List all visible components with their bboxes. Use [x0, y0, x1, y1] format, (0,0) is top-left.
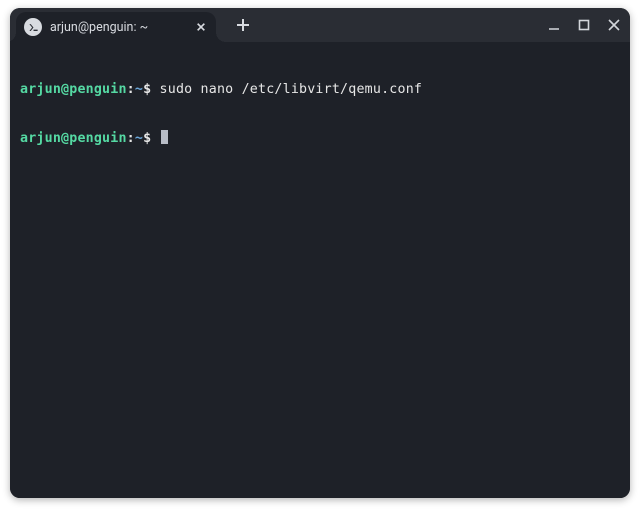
new-tab-button[interactable]: [230, 12, 256, 38]
maximize-icon: [578, 19, 590, 31]
terminal-icon: [24, 18, 42, 36]
close-window-button[interactable]: [606, 17, 622, 33]
command-text: sudo nano /etc/libvirt/qemu.conf: [160, 82, 423, 97]
minimize-button[interactable]: [546, 17, 562, 33]
terminal-line: arjun@penguin:~$ sudo nano /etc/libvirt/…: [20, 82, 620, 98]
terminal-line: arjun@penguin:~$: [20, 130, 620, 147]
prompt-path: ~: [135, 82, 143, 97]
close-tab-button[interactable]: [192, 18, 210, 36]
prompt-separator: :: [127, 131, 135, 146]
close-icon: [196, 22, 206, 32]
prompt-path: ~: [135, 131, 143, 146]
close-icon: [608, 19, 620, 31]
prompt-user: arjun@penguin: [20, 131, 127, 146]
maximize-button[interactable]: [576, 17, 592, 33]
window-controls: [546, 8, 622, 42]
prompt-user: arjun@penguin: [20, 82, 127, 97]
minimize-icon: [548, 19, 560, 31]
prompt-dollar: $: [143, 131, 159, 146]
cursor: [161, 130, 168, 144]
terminal-body[interactable]: arjun@penguin:~$ sudo nano /etc/libvirt/…: [10, 42, 630, 498]
terminal-window: arjun@penguin: ~ arjun@penguin:~$ sudo n…: [10, 8, 630, 498]
tab-title: arjun@penguin: ~: [50, 20, 184, 35]
titlebar: arjun@penguin: ~: [10, 8, 630, 42]
prompt-dollar: $: [143, 82, 159, 97]
prompt-separator: :: [127, 82, 135, 97]
tab-active[interactable]: arjun@penguin: ~: [16, 12, 216, 42]
plus-icon: [236, 18, 250, 32]
